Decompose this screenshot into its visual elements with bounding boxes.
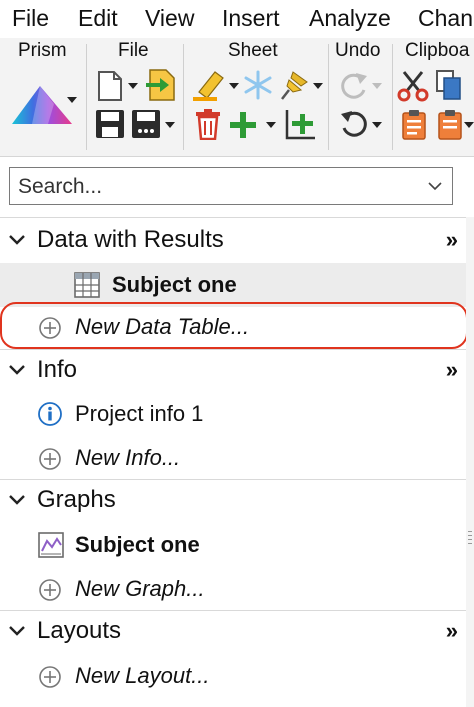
save-dropdown-arrow[interactable] [165,122,175,128]
ribbon-separator [86,44,87,150]
section-title: Info [37,356,78,383]
highlighter-icon[interactable] [191,68,227,102]
menu-file[interactable]: File [12,5,49,32]
new-info-label: New Info... [75,445,181,470]
new-file-dropdown-arrow[interactable] [128,83,138,89]
menu-bar: File Edit View Insert Analyze Chan [0,0,474,38]
paste-dropdown-arrow[interactable] [464,122,474,128]
group-title-sheet: Sheet [228,40,278,61]
graph-item-label: Subject one [75,532,200,557]
ribbon-separator [392,44,393,150]
add-to-chart-icon[interactable] [283,108,317,142]
search-box[interactable] [9,167,453,206]
collapse-arrow-icon[interactable] [8,363,26,377]
delete-icon[interactable] [194,108,222,140]
ribbon-toolbar: Prism File Sheet Undo Clipboa [0,38,474,157]
paste-special-icon[interactable] [436,108,464,140]
section-more-button[interactable]: » [446,618,458,644]
pushpin-dropdown-arrow[interactable] [313,83,323,89]
add-green-plus-icon[interactable] [228,110,258,140]
import-file-icon[interactable] [144,68,178,102]
snowflake-icon[interactable] [243,70,273,100]
section-title: Data with Results [37,226,224,253]
highlighter-dropdown-arrow[interactable] [229,83,239,89]
collapse-arrow-icon[interactable] [8,624,26,638]
section-graphs[interactable]: Graphs [0,479,474,523]
panel-splitter[interactable] [466,217,474,707]
collapse-arrow-icon[interactable] [8,233,26,247]
new-graph-label: New Graph... [75,576,205,601]
add-circle-icon [39,579,61,601]
info-icon [38,402,62,426]
redo-dropdown-arrow[interactable] [372,83,382,89]
section-layouts[interactable]: Layouts » [0,610,474,654]
new-info-item[interactable]: New Info... [0,436,466,480]
prism-dropdown-arrow[interactable] [67,97,77,103]
section-title: Layouts [37,617,122,644]
menu-insert[interactable]: Insert [222,5,280,32]
copy-icon[interactable] [434,68,464,102]
splitter-grip [468,531,472,532]
add-circle-icon [39,448,61,470]
collapse-arrow-icon[interactable] [8,493,26,507]
prism-logo-icon[interactable] [10,82,80,128]
data-table-item[interactable]: Subject one [0,263,466,307]
section-data-with-results[interactable]: Data with Results » [0,219,474,263]
graph-item[interactable]: Subject one [0,523,466,567]
menu-change[interactable]: Chan [418,5,473,32]
splitter-grip [468,535,472,536]
redo-icon[interactable] [338,70,370,102]
group-title-file: File [118,40,149,61]
info-item-label: Project info 1 [75,401,204,426]
add-circle-icon [39,666,61,688]
add-dropdown-arrow[interactable] [266,122,276,128]
new-layout-label: New Layout... [75,663,210,688]
save-icon[interactable] [94,108,126,140]
group-title-prism: Prism [18,40,67,61]
group-title-clipboard: Clipboa [405,40,470,61]
save-as-icon[interactable] [130,108,164,140]
data-table-icon [74,272,100,298]
navigator-panel: Data with Results » Subject one New Data… [0,217,474,707]
divider [0,217,466,218]
section-more-button[interactable]: » [446,227,458,253]
new-file-icon[interactable] [96,70,124,102]
section-title: Graphs [37,486,116,513]
section-more-button[interactable]: » [446,357,458,383]
new-graph-item[interactable]: New Graph... [0,567,466,611]
undo-dropdown-arrow[interactable] [372,122,382,128]
splitter-grip [468,539,472,540]
menu-view[interactable]: View [145,5,194,32]
data-table-label: Subject one [112,272,237,297]
section-info[interactable]: Info » [0,349,474,393]
cut-icon[interactable] [396,68,430,102]
group-title-undo: Undo [335,40,381,61]
info-item[interactable]: Project info 1 [0,392,466,436]
chevron-down-icon[interactable] [426,177,444,195]
undo-icon[interactable] [338,108,370,140]
ribbon-separator [183,44,184,150]
pushpin-icon[interactable] [279,68,311,102]
paste-icon[interactable] [400,108,428,140]
splitter-grip [468,543,472,544]
search-area [0,157,474,217]
search-input[interactable] [10,168,420,206]
new-layout-item[interactable]: New Layout... [0,654,466,698]
ribbon-separator [328,44,329,150]
graph-icon [38,532,64,558]
highlight-annotation-ring [0,302,468,349]
menu-analyze[interactable]: Analyze [309,5,391,32]
menu-edit[interactable]: Edit [78,5,118,32]
